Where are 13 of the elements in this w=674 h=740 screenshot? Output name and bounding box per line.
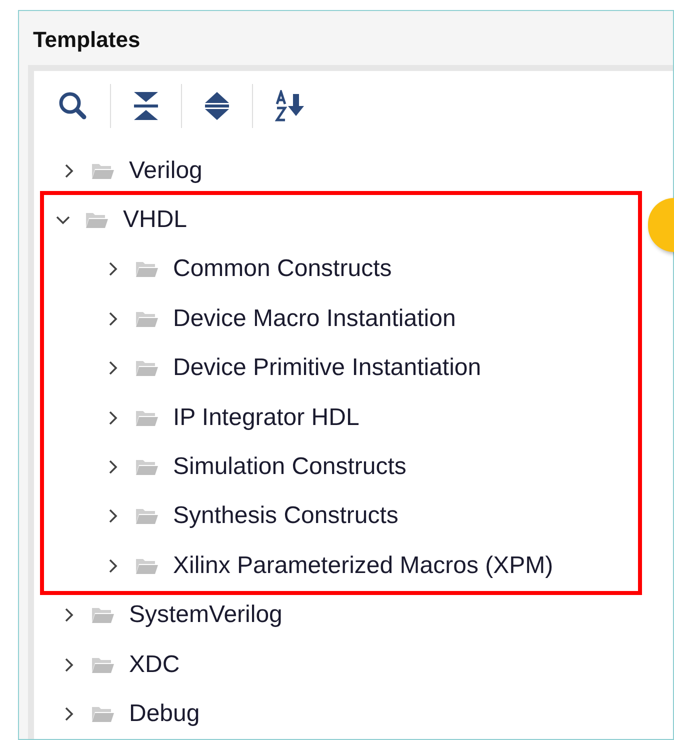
panel-title: Templates — [32, 26, 142, 54]
tree-item-label[interactable]: Common Constructs — [173, 255, 392, 284]
tree-item-label[interactable]: XDC — [129, 650, 180, 679]
tree-item-label[interactable]: Verilog — [129, 156, 202, 185]
tree-item-label[interactable]: Device Primitive Instantiation — [173, 354, 482, 382]
tree-item-label[interactable]: Debug — [129, 700, 200, 728]
tree-item-label[interactable]: SystemVerilog — [129, 601, 282, 630]
tree-item-label[interactable]: Device Macro Instantiation — [173, 304, 456, 333]
tree-item-label[interactable]: Xilinx Parameterized Macros (XPM) — [173, 552, 554, 580]
tree-item-label[interactable]: IP Integrator HDL — [173, 404, 360, 432]
tree-item-label[interactable]: VHDL — [123, 206, 188, 234]
tree-item-label[interactable]: Simulation Constructs — [173, 453, 406, 482]
tree-item-label[interactable]: Synthesis Constructs — [173, 502, 398, 530]
